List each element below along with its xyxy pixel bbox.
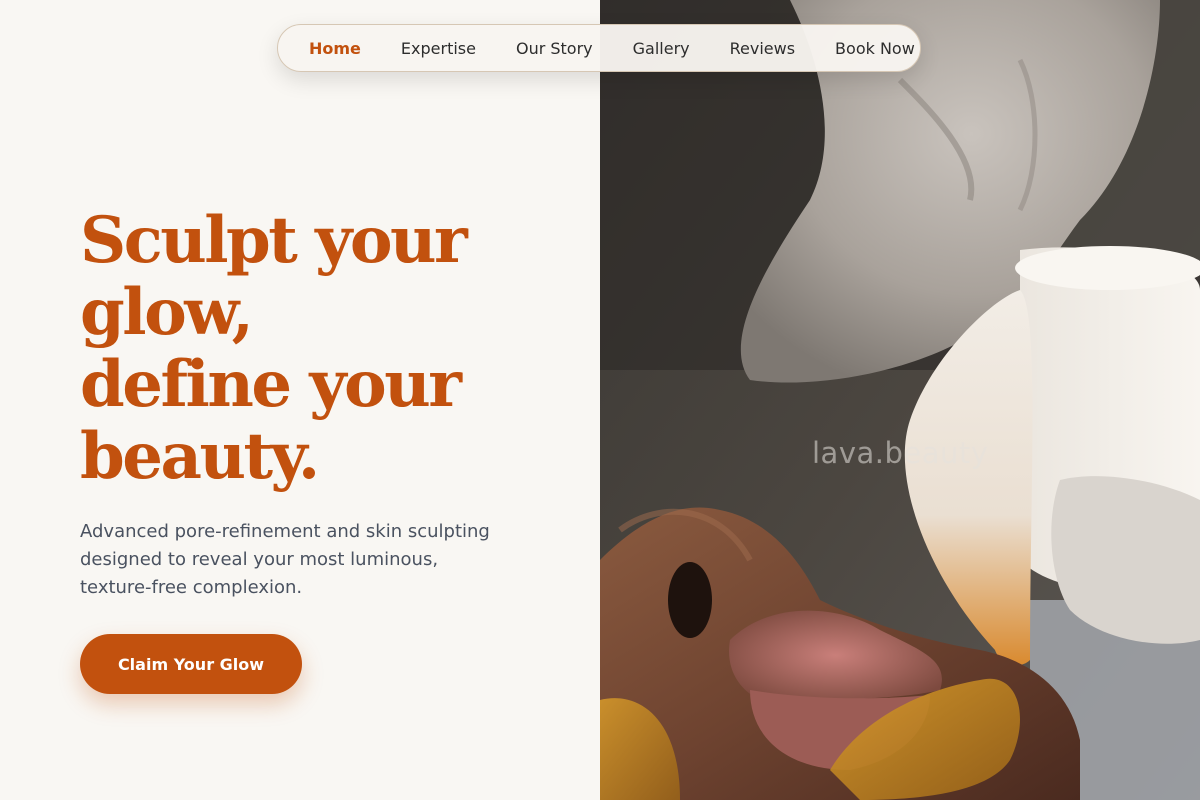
main-navigation: Home Expertise Our Story Gallery Reviews… [277, 24, 921, 72]
headline-line: beauty. [80, 419, 320, 494]
headline-line: Sculpt your [80, 203, 468, 278]
hero-photo-illustration [600, 0, 1200, 800]
subcopy-line: texture-free complexion. [80, 577, 303, 598]
nav-link-reviews[interactable]: Reviews [730, 39, 795, 58]
landing-page: lava.beauty Home Expertise Our Story Gal… [0, 0, 1200, 800]
nav-link-expertise[interactable]: Expertise [401, 39, 476, 58]
nav-link-our-story[interactable]: Our Story [516, 39, 593, 58]
nav-link-gallery[interactable]: Gallery [633, 39, 690, 58]
headline-line: glow, [80, 275, 254, 350]
claim-your-glow-button[interactable]: Claim Your Glow [80, 634, 302, 694]
subcopy-line: Advanced pore-refinement and skin sculpt… [80, 521, 490, 542]
subcopy-line: designed to reveal your most luminous, [80, 549, 439, 570]
headline-line: define your [80, 347, 462, 422]
hero-subcopy: Advanced pore-refinement and skin sculpt… [80, 518, 540, 602]
hero-headline: Sculpt your glow, define your beauty. [80, 205, 580, 493]
nav-link-book-now[interactable]: Book Now [835, 39, 915, 58]
nav-link-home[interactable]: Home [309, 39, 361, 58]
hero-photo-facial-treatment [600, 0, 1200, 800]
